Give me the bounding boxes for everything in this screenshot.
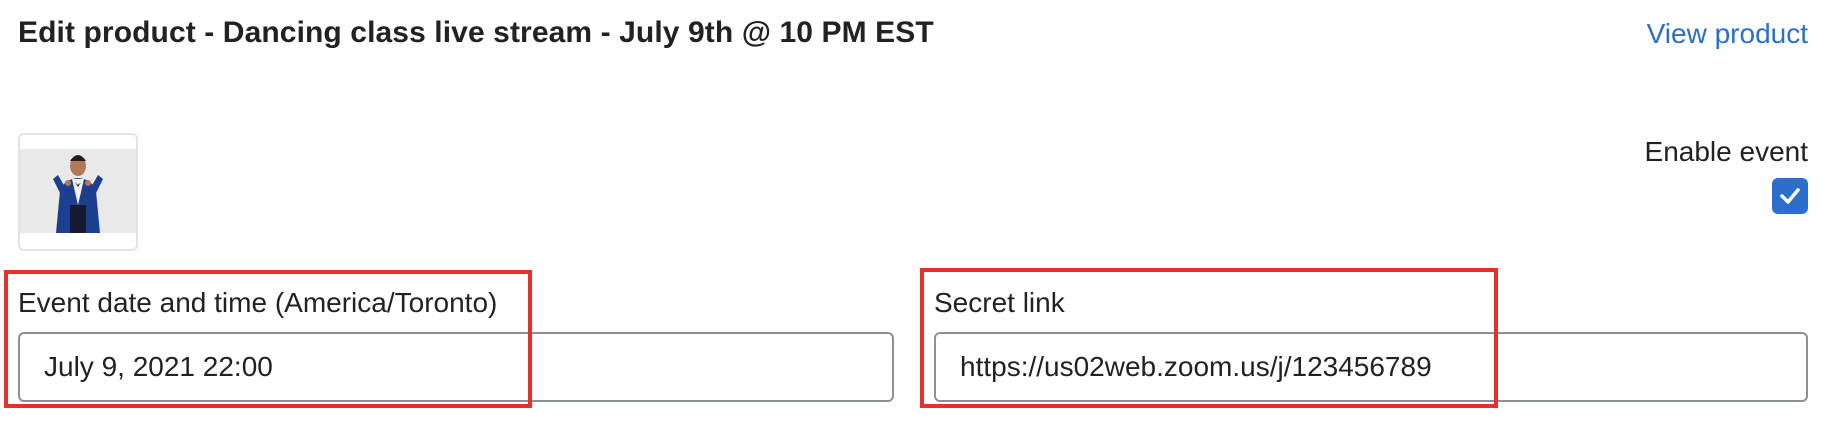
enable-event-label: Enable event	[1644, 136, 1808, 167]
event-date-input[interactable]: July 9, 2021 22:00	[18, 332, 894, 402]
secret-link-input[interactable]: https://us02web.zoom.us/j/123456789	[934, 332, 1808, 402]
view-product-link[interactable]: View product	[1647, 18, 1808, 50]
event-date-label: Event date and time (America/Toronto)	[18, 287, 498, 318]
enable-event-checkbox[interactable]	[1772, 178, 1808, 214]
page-title: Edit product - Dancing class live stream…	[18, 16, 934, 49]
checkmark-icon	[1780, 188, 1800, 204]
edit-product-page: Edit product - Dancing class live stream…	[0, 0, 1826, 432]
product-thumbnail[interactable]	[18, 133, 138, 251]
secret-link-label: Secret link	[934, 287, 1065, 318]
product-image	[20, 135, 136, 249]
enable-event-group: Enable event	[1645, 136, 1808, 219]
